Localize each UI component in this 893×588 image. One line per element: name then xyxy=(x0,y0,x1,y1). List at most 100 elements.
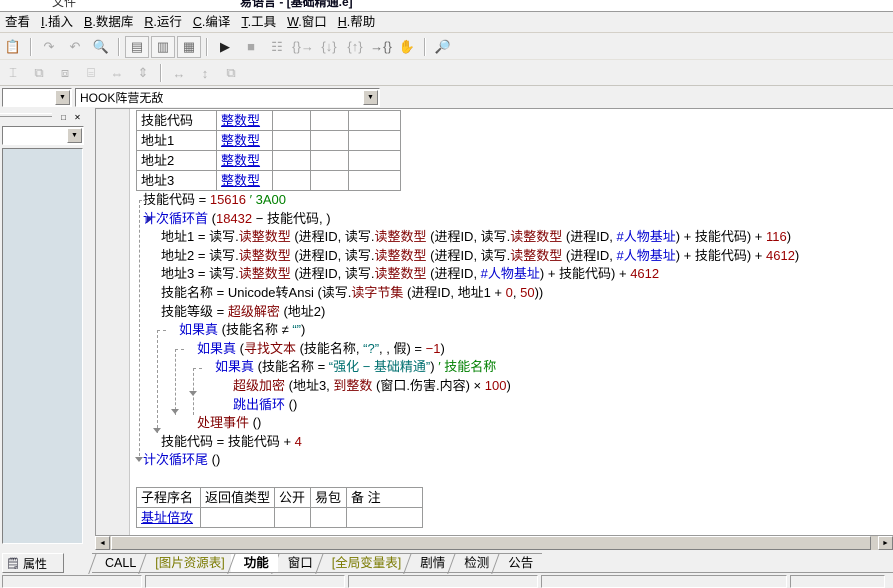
properties-tab[interactable]: 🗒 属性 xyxy=(2,553,64,573)
tab-窗口[interactable]: 窗口 xyxy=(274,553,322,572)
menu-item-5[interactable]: T.工具 xyxy=(236,13,282,32)
code-token: (技能名称 = xyxy=(254,359,329,375)
code-line[interactable]: 如果真 (寻找文本 (技能名称, “?”, , 假) = −1) xyxy=(131,340,893,359)
code-line[interactable]: 如果真 (技能名称 ≠ “”) xyxy=(131,321,893,340)
code-line[interactable]: 地址2 = 读写.读整数型 (进程ID, 读写.读整数型 (进程ID, 读写.读… xyxy=(131,247,893,266)
var-cell-3-4[interactable] xyxy=(348,170,401,191)
menu-item-1[interactable]: I.插入 xyxy=(36,13,79,32)
find-button[interactable]: 🔍 xyxy=(89,36,113,58)
code-line[interactable]: 处理事件 () xyxy=(131,414,893,433)
tab-CALL[interactable]: CALL xyxy=(92,553,146,572)
tab-检测[interactable]: 检测 xyxy=(451,553,499,572)
var-cell-1-0[interactable]: 地址1 xyxy=(136,130,217,151)
var-cell-1-2[interactable] xyxy=(272,130,311,151)
code-line[interactable]: 如果真 (技能名称 = “强化 − 基础精通”) ′ 技能名称 xyxy=(131,358,893,377)
close-icon[interactable]: ✕ xyxy=(71,110,84,124)
code-line[interactable]: 技能代码 = 技能代码 + 4 xyxy=(131,433,893,452)
var-type-link[interactable]: 整数型 xyxy=(221,153,260,168)
var-cell-1-4[interactable] xyxy=(348,130,401,151)
hand-pan-button[interactable]: ✋ xyxy=(395,36,419,58)
var-cell-0-2[interactable] xyxy=(272,110,311,131)
var-cell-0-4[interactable] xyxy=(348,110,401,131)
table-row[interactable]: 地址2 整数型 xyxy=(136,150,401,171)
var-cell-2-2[interactable] xyxy=(272,150,311,171)
code-lines[interactable]: 技能代码 = 15616 ′ 3A00 计次循环首 (18432 − 技能代码, … xyxy=(131,191,893,470)
chevron-down-icon[interactable]: ▼ xyxy=(363,89,378,105)
menu-item-2[interactable]: B.数据库 xyxy=(79,13,139,32)
scroll-left-button[interactable]: ◄ xyxy=(95,536,110,550)
table-row[interactable]: 基址倍攻 xyxy=(136,507,424,528)
horizontal-scrollbar[interactable]: ◄ ► xyxy=(95,535,893,550)
var-cell-1-1[interactable]: 整数型 xyxy=(216,130,273,151)
sub-cell-0-2[interactable] xyxy=(274,507,312,528)
var-type-link[interactable]: 整数型 xyxy=(221,133,260,148)
code-line[interactable]: 计次循环尾 () xyxy=(131,451,893,470)
tab-剧情[interactable]: 剧情 xyxy=(407,553,455,572)
var-cell-3-3[interactable] xyxy=(310,170,349,191)
var-type-link[interactable]: 整数型 xyxy=(221,173,260,188)
code-editor[interactable]: 技能代码 整数型 地址1 整数型 地址2 整数型 地址3 整数型 技能代码 = 15616 ′… xyxy=(95,108,893,550)
sub-cell-0-3[interactable] xyxy=(310,507,348,528)
dock-combo[interactable]: ▼ xyxy=(2,126,84,145)
var-cell-3-0[interactable]: 地址3 xyxy=(136,170,217,191)
code-line[interactable]: 跳出循环 () xyxy=(131,396,893,415)
run-to-cursor-button[interactable]: →{} xyxy=(369,36,393,58)
code-content[interactable]: 技能代码 整数型 地址1 整数型 地址2 整数型 地址3 整数型 技能代码 = 15616 ′… xyxy=(131,109,893,550)
tab-图片资源表[interactable]: [图片资源表] xyxy=(142,553,234,572)
sub-name-link[interactable]: 基址倍攻 xyxy=(141,510,193,525)
routine-selector-combo[interactable]: HOOK阵营无敌 ▼ xyxy=(75,87,380,107)
var-cell-0-0[interactable]: 技能代码 xyxy=(136,110,217,131)
table-row[interactable]: 地址1 整数型 xyxy=(136,130,401,151)
chevron-down-icon[interactable]: ▼ xyxy=(67,128,82,143)
var-cell-2-3[interactable] xyxy=(310,150,349,171)
object-selector-combo[interactable]: ▼ xyxy=(2,87,72,107)
code-line[interactable]: 技能等级 = 超级解密 (地址2) xyxy=(131,303,893,322)
var-type-link[interactable]: 整数型 xyxy=(221,113,260,128)
chevron-down-icon[interactable]: ▼ xyxy=(55,89,70,105)
var-cell-1-3[interactable] xyxy=(310,130,349,151)
menu-item-6[interactable]: W.窗口 xyxy=(282,13,333,32)
layout-split-horizontal-button[interactable]: ▥ xyxy=(151,35,175,58)
code-line[interactable]: 技能代码 = 15616 ′ 3A00 xyxy=(131,191,893,210)
indent-guide xyxy=(175,349,176,415)
dock-list-panel[interactable] xyxy=(2,148,83,544)
code-token: 读整数型 xyxy=(374,266,427,282)
collapse-triangle-icon[interactable] xyxy=(147,215,152,223)
var-cell-3-1[interactable]: 整数型 xyxy=(216,170,273,191)
code-line[interactable]: 地址3 = 读写.读整数型 (进程ID, 读写.读整数型 (进程ID, #人物基… xyxy=(131,265,893,284)
code-line[interactable]: 地址1 = 读写.读整数型 (进程ID, 读写.读整数型 (进程ID, 读写.读… xyxy=(131,228,893,247)
run-button[interactable]: ▶ xyxy=(213,36,237,58)
code-line[interactable]: 计次循环首 (18432 − 技能代码, ) xyxy=(131,210,893,229)
var-cell-2-4[interactable] xyxy=(348,150,401,171)
sub-cell-0-4[interactable] xyxy=(346,507,424,528)
var-cell-2-0[interactable]: 地址2 xyxy=(136,150,217,171)
code-line[interactable]: 技能名称 = Unicode转Ansi (读写.读字节集 (进程ID, 地址1 … xyxy=(131,284,893,303)
layout-grid-button[interactable]: ▦ xyxy=(177,35,201,58)
table-row[interactable]: 地址3 整数型 xyxy=(136,170,401,191)
var-cell-3-2[interactable] xyxy=(272,170,311,191)
scroll-right-button[interactable]: ► xyxy=(878,536,893,550)
layout-split-vertical-button[interactable]: ▤ xyxy=(125,35,149,58)
var-cell-0-1[interactable]: 整数型 xyxy=(216,110,273,131)
menu-item-0[interactable]: 查看 xyxy=(0,13,36,32)
sub-cell-0-0[interactable]: 基址倍攻 xyxy=(136,507,201,528)
tab-功能[interactable]: 功能 xyxy=(230,553,278,572)
sub-cell-0-1[interactable] xyxy=(199,507,276,528)
var-cell-0-3[interactable] xyxy=(310,110,349,131)
run-to-cursor-icon: →{} xyxy=(370,39,392,54)
search-help-button[interactable]: 🔎 xyxy=(431,36,455,58)
var-cell-2-1[interactable]: 整数型 xyxy=(216,150,273,171)
maximize-icon[interactable]: □ xyxy=(57,110,70,124)
menu-item-4[interactable]: C.编译 xyxy=(188,13,237,32)
subroutine-table[interactable]: 子程序名 返回值类型 公开 易包备 注基址倍攻 xyxy=(136,487,424,528)
tab-公告[interactable]: 公告 xyxy=(495,553,543,572)
status-cell-4 xyxy=(541,574,787,588)
code-line[interactable]: 超级加密 (地址3, 到整数 (窗口.伤害.内容) × 100) xyxy=(131,377,893,396)
table-row[interactable]: 技能代码 整数型 xyxy=(136,110,401,131)
paste-button[interactable]: 📋 xyxy=(1,36,25,58)
tab-全局变量表[interactable]: [全局变量表] xyxy=(318,553,411,572)
menu-item-3[interactable]: R.运行 xyxy=(139,13,188,32)
menu-item-7[interactable]: H.帮助 xyxy=(333,13,382,32)
local-variable-table[interactable]: 技能代码 整数型 地址1 整数型 地址2 整数型 地址3 整数型 xyxy=(136,110,401,191)
scroll-thumb[interactable] xyxy=(111,536,871,550)
